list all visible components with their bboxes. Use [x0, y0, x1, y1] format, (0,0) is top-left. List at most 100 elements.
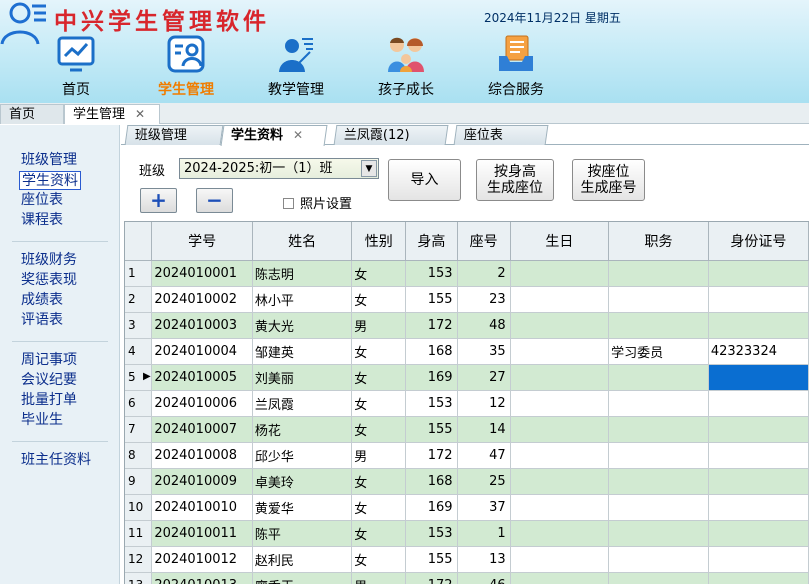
- table-row[interactable]: 10 2024010010 黄爱华女 169 37: [125, 494, 809, 521]
- tab-home[interactable]: 首页: [0, 104, 64, 124]
- table-row[interactable]: 3 2024010003 黄大光男 172 48: [125, 312, 809, 339]
- cell-seat[interactable]: 27: [457, 364, 511, 391]
- table-row[interactable]: 4 2024010004 邹建英女 168 35 学习委员 42323324: [125, 338, 809, 365]
- table-row[interactable]: 5 ▶ 2024010005 刘美丽女 169 27: [125, 364, 809, 391]
- cell-duty[interactable]: [608, 468, 709, 495]
- cell-birthday[interactable]: [510, 468, 610, 495]
- cell-id[interactable]: 2024010001: [151, 260, 253, 287]
- cell-name[interactable]: 卓美玲: [252, 468, 353, 495]
- cell-birthday[interactable]: [510, 260, 610, 287]
- cell-duty[interactable]: [608, 416, 709, 443]
- cell-duty[interactable]: [608, 442, 709, 469]
- cell-seat[interactable]: 35: [457, 338, 511, 365]
- cell-duty[interactable]: [608, 390, 709, 417]
- cell-height[interactable]: 168: [405, 468, 458, 495]
- sidebar-item-seating-chart[interactable]: 座位表: [19, 191, 65, 210]
- cell-sex[interactable]: 女: [351, 546, 407, 573]
- cell-name[interactable]: 林小平: [252, 286, 353, 313]
- cell-birthday[interactable]: [510, 338, 610, 365]
- cell-id[interactable]: 2024010006: [151, 390, 253, 417]
- cell-sex[interactable]: 女: [351, 286, 407, 313]
- cell-height[interactable]: 153: [405, 260, 458, 287]
- module-child-growth[interactable]: 孩子成长: [356, 30, 456, 100]
- cell-id[interactable]: 2024010003: [151, 312, 253, 339]
- row-indicator[interactable]: 3: [125, 312, 153, 339]
- table-row[interactable]: 9 2024010009 卓美玲女 168 25: [125, 468, 809, 495]
- cell-name[interactable]: 邹建英: [252, 338, 353, 365]
- close-icon[interactable]: ✕: [135, 107, 145, 121]
- row-indicator[interactable]: 9: [125, 468, 153, 495]
- cell-idcard[interactable]: [708, 364, 809, 391]
- table-row[interactable]: 12 2024010012 赵利民女 155 13: [125, 546, 809, 573]
- cell-idcard[interactable]: [708, 312, 809, 339]
- cell-seat[interactable]: 2: [457, 260, 511, 287]
- tab-student-detail[interactable]: 兰凤霞(12): [333, 125, 449, 145]
- cell-id[interactable]: 2024010011: [151, 520, 253, 547]
- cell-id[interactable]: 2024010009: [151, 468, 253, 495]
- cell-sex[interactable]: 女: [351, 468, 407, 495]
- cell-name[interactable]: 邱少华: [252, 442, 353, 469]
- row-indicator[interactable]: 2: [125, 286, 153, 313]
- column-header[interactable]: 职务: [608, 222, 709, 261]
- cell-sex[interactable]: 男: [351, 572, 407, 584]
- cell-duty[interactable]: [608, 312, 709, 339]
- module-integrated-services[interactable]: 综合服务: [466, 30, 566, 100]
- table-row[interactable]: 11 2024010011 陈平女 153 1: [125, 520, 809, 547]
- cell-height[interactable]: 153: [405, 520, 458, 547]
- sidebar-item-head-teacher-info[interactable]: 班主任资料: [19, 451, 93, 470]
- cell-duty[interactable]: 学习委员: [608, 338, 709, 365]
- cell-sex[interactable]: 女: [351, 520, 407, 547]
- cell-sex[interactable]: 女: [351, 364, 407, 391]
- cell-duty[interactable]: [608, 546, 709, 573]
- column-header[interactable]: 性别: [351, 222, 407, 261]
- column-header[interactable]: 生日: [510, 222, 610, 261]
- cell-height[interactable]: 172: [405, 442, 458, 469]
- cell-name[interactable]: 刘美丽: [252, 364, 353, 391]
- cell-id[interactable]: 2024010012: [151, 546, 253, 573]
- cell-id[interactable]: 2024010005: [151, 364, 253, 391]
- cell-birthday[interactable]: [510, 312, 610, 339]
- cell-sex[interactable]: 男: [351, 312, 407, 339]
- cell-name[interactable]: 廖香玉: [252, 572, 353, 584]
- number-by-seat-button[interactable]: 按座位 生成座号: [572, 159, 645, 201]
- photo-settings-checkbox[interactable]: 照片设置: [283, 193, 352, 212]
- cell-duty[interactable]: [608, 364, 709, 391]
- cell-birthday[interactable]: [510, 572, 610, 584]
- table-row[interactable]: 13 2024010013廖香玉男17246: [125, 572, 809, 584]
- class-select[interactable]: 2024-2025:初一（1）班 ▼: [179, 158, 379, 179]
- row-indicator[interactable]: 1: [125, 260, 153, 287]
- cell-height[interactable]: 155: [405, 286, 458, 313]
- sidebar-item-class-management[interactable]: 班级管理: [19, 151, 79, 170]
- cell-duty[interactable]: [608, 286, 709, 313]
- cell-height[interactable]: 172: [405, 312, 458, 339]
- cell-name[interactable]: 陈志明: [252, 260, 353, 287]
- tab-student-info[interactable]: 学生资料 ✕: [220, 125, 328, 146]
- cell-duty[interactable]: [608, 572, 709, 584]
- cell-duty[interactable]: [608, 494, 709, 521]
- sidebar-item-batch-print[interactable]: 批量打单: [19, 391, 79, 410]
- cell-birthday[interactable]: [510, 364, 610, 391]
- cell-sex[interactable]: 女: [351, 260, 407, 287]
- cell-id[interactable]: 2024010010: [151, 494, 253, 521]
- row-indicator[interactable]: 13: [125, 572, 153, 584]
- add-row-button[interactable]: +: [140, 188, 177, 213]
- cell-birthday[interactable]: [510, 286, 610, 313]
- cell-seat[interactable]: 47: [457, 442, 511, 469]
- sidebar-item-rewards-penalties[interactable]: 奖惩表现: [19, 271, 79, 290]
- row-indicator[interactable]: 5 ▶: [125, 364, 153, 391]
- cell-name[interactable]: 赵利民: [252, 546, 353, 573]
- tab-student-management[interactable]: 学生管理 ✕: [64, 104, 160, 124]
- row-indicator[interactable]: 12: [125, 546, 153, 573]
- cell-id[interactable]: 2024010013: [151, 572, 253, 584]
- cell-seat[interactable]: 25: [457, 468, 511, 495]
- cell-seat[interactable]: 12: [457, 390, 511, 417]
- cell-idcard[interactable]: [708, 260, 809, 287]
- row-indicator[interactable]: 7: [125, 416, 153, 443]
- cell-idcard[interactable]: [708, 520, 809, 547]
- column-header[interactable]: 学号: [151, 222, 253, 261]
- sidebar-item-student-info[interactable]: 学生资料: [19, 171, 81, 190]
- cell-height[interactable]: 172: [405, 572, 458, 584]
- row-indicator[interactable]: 11: [125, 520, 153, 547]
- sidebar-item-comments[interactable]: 评语表: [19, 311, 65, 330]
- cell-seat[interactable]: 14: [457, 416, 511, 443]
